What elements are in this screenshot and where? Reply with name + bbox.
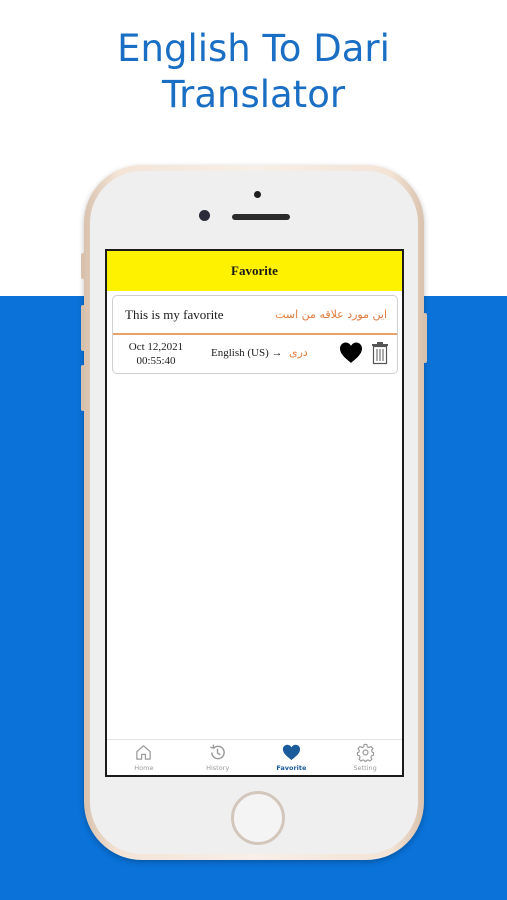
- favorite-date: Oct 12,2021: [128, 341, 184, 353]
- tab-history-label: History: [206, 764, 230, 772]
- app-header: Favorite: [107, 251, 402, 291]
- page-title: Favorite: [231, 263, 278, 278]
- home-icon: [136, 745, 152, 760]
- favorite-source-language: English (US) →: [211, 347, 283, 359]
- heart-filled-icon: [340, 342, 362, 363]
- phone-front-camera: [199, 210, 210, 221]
- tab-favorite-label: Favorite: [276, 764, 307, 772]
- tab-home[interactable]: Home: [107, 740, 181, 775]
- tab-setting[interactable]: Setting: [328, 740, 402, 775]
- unfavorite-button[interactable]: [339, 341, 363, 365]
- favorite-time: 00:55:40: [136, 355, 176, 367]
- phone-speaker: [232, 214, 290, 220]
- promo-title: English To Dari Translator: [0, 26, 507, 118]
- phone-home-button[interactable]: [231, 791, 285, 845]
- favorite-card[interactable]: This is my favorite این مورد علاقه من اس…: [112, 295, 398, 374]
- favorite-translated-text: این مورد علاقه من است: [275, 308, 387, 321]
- phone-volume-down: [81, 365, 85, 411]
- favorite-card-meta-row: Oct 12,2021 00:55:40 English (US) → دری: [113, 335, 397, 373]
- phone-power-button: [423, 313, 427, 363]
- phone-mute-switch: [81, 253, 85, 279]
- history-icon: [210, 744, 225, 760]
- favorite-target-language: دری: [289, 346, 308, 359]
- phone-sensor: [254, 191, 261, 198]
- promo-title-line-1: English To Dari: [117, 27, 390, 70]
- favorite-card-text-row: This is my favorite این مورد علاقه من اس…: [113, 296, 397, 335]
- tab-history[interactable]: History: [181, 740, 255, 775]
- tab-favorite[interactable]: Favorite: [255, 740, 329, 775]
- heart-icon: [282, 744, 300, 761]
- phone-volume-up: [81, 305, 85, 351]
- tab-home-label: Home: [134, 764, 154, 772]
- app-screen: Favorite This is my favorite این مورد عل…: [105, 249, 404, 777]
- favorite-datetime: Oct 12,2021 00:55:40: [123, 340, 189, 368]
- favorite-source-text: This is my favorite: [125, 306, 224, 322]
- gear-icon: [356, 743, 374, 762]
- delete-button[interactable]: [371, 341, 389, 365]
- bottom-tab-bar: Home History Favorite Setting: [107, 739, 402, 775]
- promo-title-line-2: Translator: [161, 73, 346, 116]
- tab-setting-label: Setting: [353, 764, 377, 772]
- trash-icon: [372, 342, 388, 365]
